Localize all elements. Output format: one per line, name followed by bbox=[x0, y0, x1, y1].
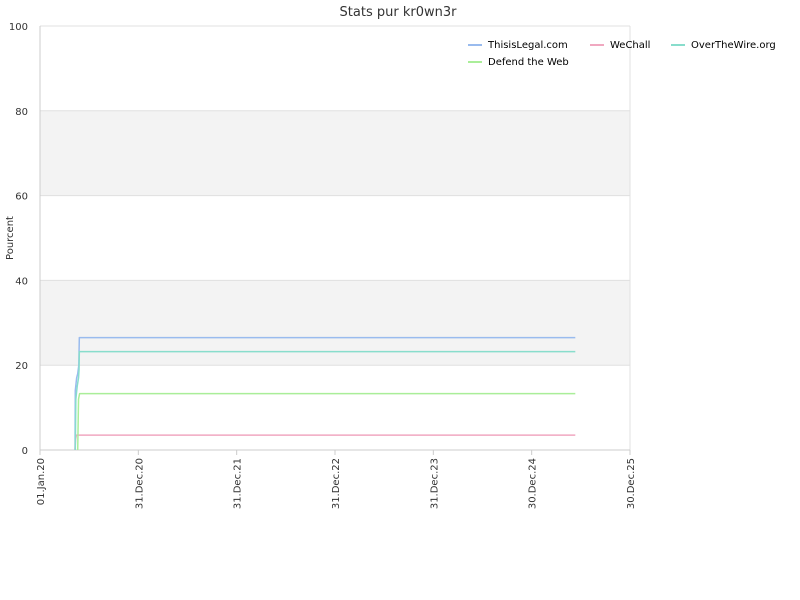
chart-title: Stats pur kr0wn3r bbox=[340, 5, 458, 20]
y-tick-label: 20 bbox=[15, 361, 28, 372]
legend-item-label: ThisisLegal.com bbox=[487, 40, 568, 51]
y-tick-label: 60 bbox=[15, 192, 28, 203]
y-tick-label: 100 bbox=[9, 22, 28, 33]
x-tick-label: 01.Jan.20 bbox=[36, 458, 47, 505]
series-line bbox=[76, 392, 576, 451]
y-tick-label: 0 bbox=[22, 446, 28, 457]
x-tick-label: 31.Dec.20 bbox=[134, 458, 145, 509]
gridlines bbox=[40, 25, 630, 451]
x-tick-label: 31.Dec.21 bbox=[233, 458, 244, 509]
x-tick-label: 30.Dec.25 bbox=[626, 458, 637, 509]
x-tick-label: 30.Dec.24 bbox=[528, 458, 539, 509]
legend-item-label: Defend the Web bbox=[488, 57, 569, 68]
plot-band bbox=[40, 110, 630, 196]
x-tick-labels: 01.Jan.20 31.Dec.20 31.Dec.21 31.Dec.22 31.D… bbox=[36, 458, 637, 509]
axes bbox=[39, 26, 631, 455]
y-axis-label: Pourcent bbox=[5, 216, 16, 260]
y-tick-label: 80 bbox=[15, 107, 28, 118]
x-tick-label: 31.Dec.23 bbox=[429, 458, 440, 509]
legend-item-label: WeChall bbox=[610, 40, 650, 51]
chart: Stats pur kr0wn3r Pourcent 020406080100 … bbox=[5, 5, 776, 509]
y-tick-label: 40 bbox=[15, 276, 28, 287]
x-tick-label: 31.Dec.22 bbox=[331, 458, 342, 509]
plot-bands bbox=[40, 110, 630, 366]
plot-band bbox=[40, 280, 630, 366]
legend-item-label: OverTheWire.org bbox=[691, 40, 776, 51]
series-line bbox=[74, 434, 576, 451]
legend: ThisisLegal.com WeChall OverTheWire.org Def… bbox=[468, 40, 776, 68]
